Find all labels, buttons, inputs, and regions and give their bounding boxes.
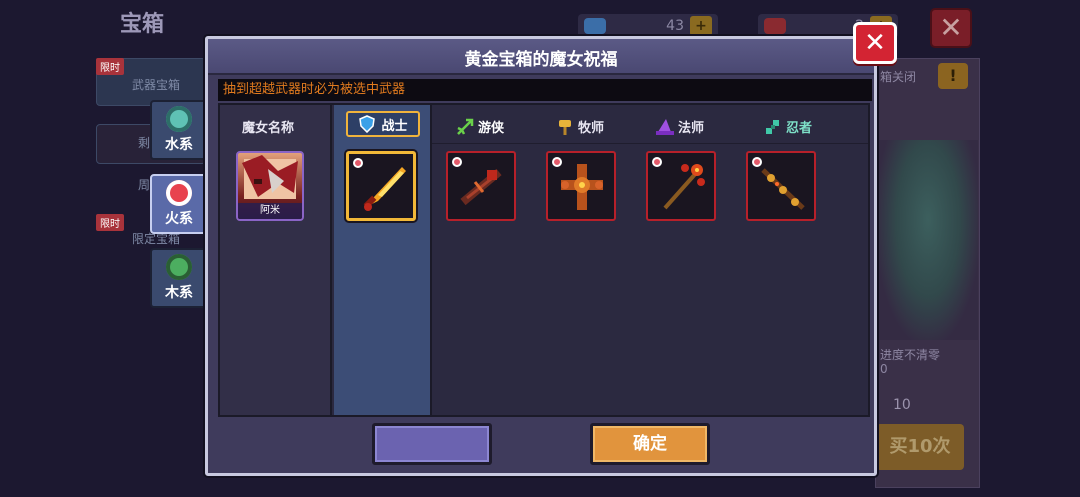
resource-count: 43 [666, 18, 684, 34]
dialog-title: 黄金宝箱的魔女祝福 [464, 50, 618, 70]
tab-fire[interactable]: 火系 [150, 174, 208, 234]
tab-label: 火系 [165, 211, 193, 227]
tab-mage[interactable]: 法师 [656, 117, 704, 136]
resource-counter-1: 43 + [578, 14, 718, 38]
ninja-shuriken-icon [766, 119, 779, 134]
notice-text: 抽到超越武器时必为被选中武器 [218, 79, 872, 101]
add-resource-button[interactable]: + [690, 16, 712, 36]
side-text-fragment: 周 [138, 178, 151, 192]
weapon-cell-warrior[interactable] [346, 151, 416, 221]
holy-cross-icon [561, 164, 603, 210]
warrior-shield-icon [359, 115, 376, 133]
weapon-cell-ninja[interactable] [746, 151, 816, 221]
weapon-cell-priest[interactable] [546, 151, 616, 221]
progress-value: 0 [880, 362, 888, 376]
tab-label: 木系 [165, 285, 193, 301]
tab-ranger[interactable]: 游侠 [456, 117, 504, 136]
witch-column: 魔女名称 阿米 [220, 105, 332, 415]
witch-card[interactable]: 阿米 [236, 151, 304, 221]
gem-resource-icon [584, 18, 606, 34]
limited-tag: 限时 [96, 214, 124, 231]
class-label: 战士 [381, 118, 408, 134]
screen-title: 宝箱 [120, 12, 165, 37]
class-label: 法师 [678, 121, 705, 136]
ticket-resource-icon [764, 18, 786, 34]
page-close-button[interactable]: ✕ [930, 8, 972, 48]
witch-blessing-dialog: 黄金宝箱的魔女祝福 抽到超越武器时必为被选中武器 魔女名称 阿米 战士 游侠 牧… [205, 36, 877, 476]
witch-avatar-icon [242, 155, 298, 199]
chest-closed-label: 箱关闭 [880, 70, 917, 84]
priest-staff-icon [559, 119, 571, 135]
tab-priest[interactable]: 牧师 [556, 117, 604, 136]
weapon-cell-mage[interactable] [646, 151, 716, 221]
weapon-chest-label: 武器宝箱 [132, 78, 181, 92]
tab-label: 水系 [165, 137, 193, 153]
tab-water[interactable]: 水系 [150, 100, 208, 160]
dialog-close-button[interactable]: ✕ [853, 22, 897, 64]
witch-column-header: 魔女名称 [242, 121, 295, 136]
fire-gem-icon [166, 180, 192, 206]
buy-10-button[interactable]: 买10次 [876, 424, 964, 470]
mage-hat-icon [656, 118, 674, 135]
water-gem-icon [166, 106, 192, 132]
class-label: 牧师 [578, 121, 605, 136]
flame-sword-icon [363, 167, 406, 211]
draw-count: 10 [893, 397, 911, 413]
crossbow-icon [460, 168, 502, 206]
class-label: 游侠 [478, 121, 505, 136]
progress-note: 进度不清零 [880, 348, 941, 362]
fire-staff-icon [663, 164, 705, 210]
tab-ninja[interactable]: 忍者 [764, 117, 812, 136]
wood-gem-icon [166, 254, 192, 280]
confirm-button[interactable]: 确定 [590, 423, 710, 465]
weapon-selection-table: 魔女名称 阿米 战士 游侠 牧师 法师 忍者 [218, 103, 870, 417]
limited-tag: 限时 [96, 58, 124, 75]
witch-name: 阿米 [238, 203, 302, 219]
dialog-header: 黄金宝箱的魔女祝福 [208, 39, 874, 75]
class-label: 忍者 [786, 121, 813, 136]
ninja-blade-icon [761, 168, 805, 210]
tab-wood[interactable]: 木系 [150, 248, 208, 308]
weapon-cell-ranger[interactable] [446, 151, 516, 221]
warning-icon[interactable]: ! [938, 63, 968, 89]
side-text-fragment: 剩 [138, 136, 151, 150]
secondary-button[interactable] [372, 423, 492, 465]
tab-warrior[interactable]: 战士 [346, 111, 420, 137]
witch-portrait [878, 140, 978, 340]
header-divider [432, 143, 868, 144]
ranger-bow-icon [457, 118, 474, 135]
